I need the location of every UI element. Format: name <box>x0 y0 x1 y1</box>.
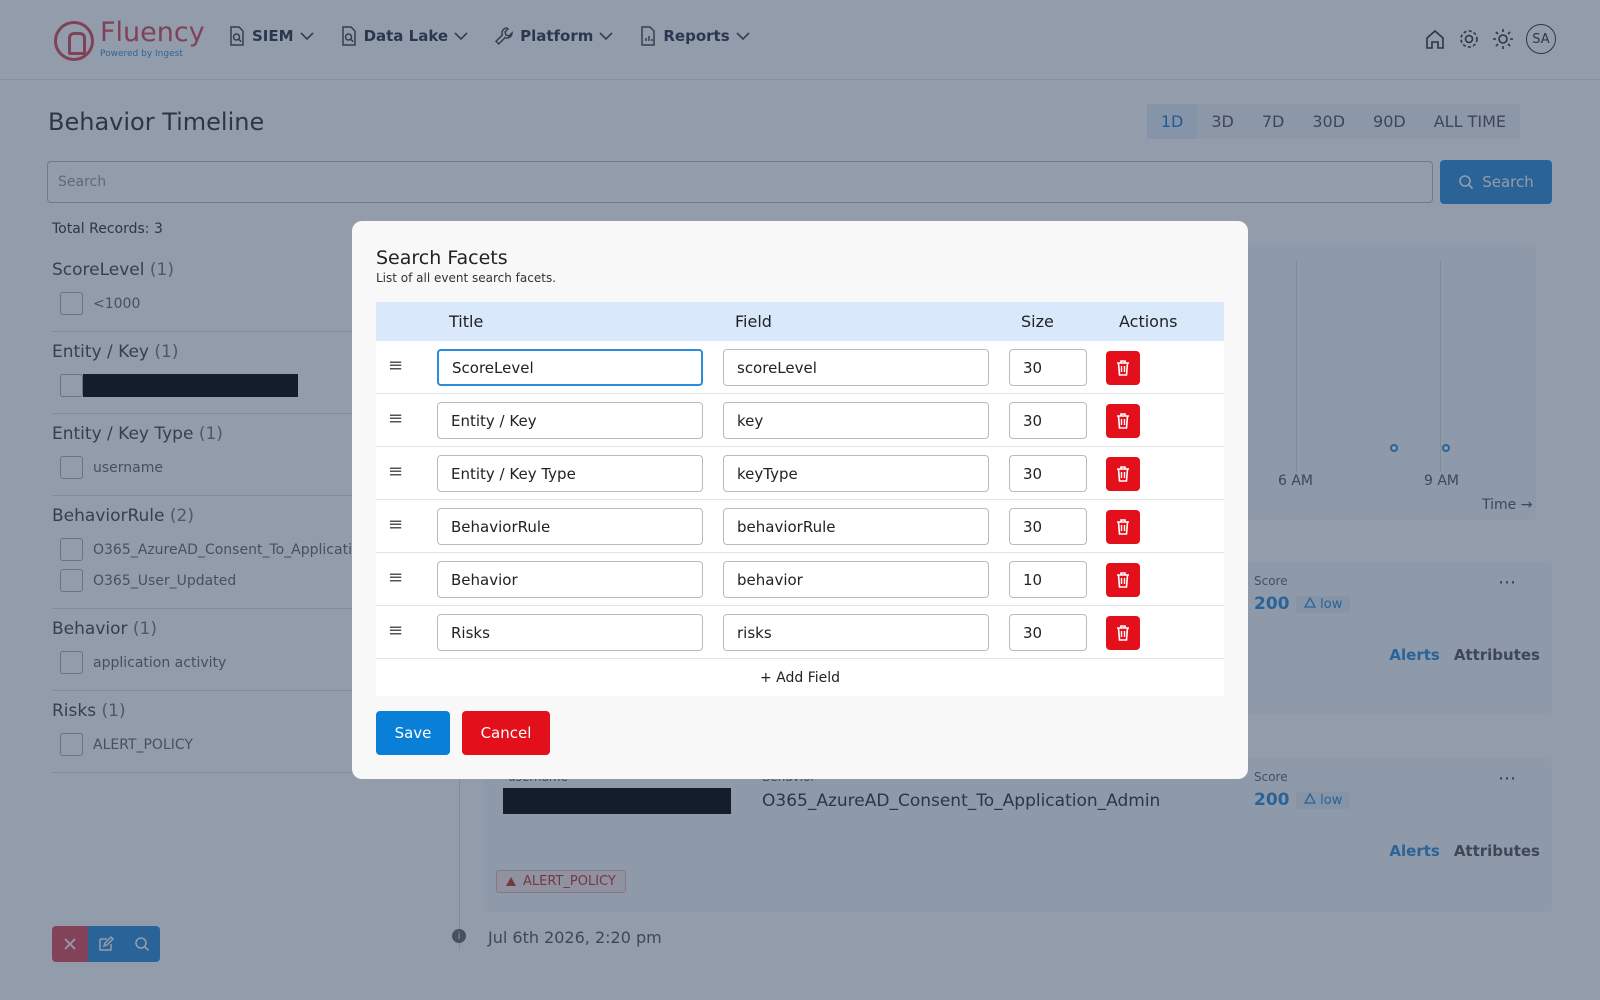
facet-size-input[interactable]: 30 <box>1009 455 1087 492</box>
facet-title-input[interactable]: ScoreLevel <box>437 349 703 386</box>
facet-field-input[interactable]: scoreLevel <box>723 349 989 386</box>
facet-field-input[interactable]: risks <box>723 614 989 651</box>
facet-size-input[interactable]: 30 <box>1009 508 1087 545</box>
facet-size-input[interactable]: 30 <box>1009 614 1087 651</box>
drag-handle-icon[interactable]: ≡ <box>388 514 403 535</box>
facet-title-input[interactable]: Behavior <box>437 561 703 598</box>
drag-handle-icon[interactable]: ≡ <box>388 620 403 641</box>
delete-button[interactable] <box>1106 351 1140 385</box>
drag-handle-icon[interactable]: ≡ <box>388 408 403 429</box>
table-row: ≡ Behavior behavior 10 <box>376 553 1224 606</box>
delete-button[interactable] <box>1106 563 1140 597</box>
drag-handle-icon[interactable]: ≡ <box>388 461 403 482</box>
table-row: ≡ BehaviorRule behaviorRule 30 <box>376 500 1224 553</box>
facets-table: Title Field Size Actions ≡ ScoreLevel sc… <box>376 302 1224 696</box>
facet-field-input[interactable]: keyType <box>723 455 989 492</box>
modal-title: Search Facets <box>376 247 508 269</box>
facet-title-input[interactable]: BehaviorRule <box>437 508 703 545</box>
table-header: Title Field Size Actions <box>376 302 1224 341</box>
column-title: Title <box>449 312 484 331</box>
facet-field-input[interactable]: behaviorRule <box>723 508 989 545</box>
save-button[interactable]: Save <box>376 711 450 755</box>
facet-field-input[interactable]: behavior <box>723 561 989 598</box>
trash-icon <box>1117 360 1129 376</box>
drag-handle-icon[interactable]: ≡ <box>388 567 403 588</box>
modal-subtitle: List of all event search facets. <box>376 271 557 285</box>
delete-button[interactable] <box>1106 404 1140 438</box>
cancel-button[interactable]: Cancel <box>462 711 550 755</box>
drag-handle-icon[interactable]: ≡ <box>388 355 403 376</box>
add-field-button[interactable]: + Add Field <box>376 659 1224 696</box>
facet-title-input[interactable]: Entity / Key <box>437 402 703 439</box>
facet-size-input[interactable]: 30 <box>1009 402 1087 439</box>
search-facets-modal: Search Facets List of all event search f… <box>352 221 1248 779</box>
table-row: ≡ Risks risks 30 <box>376 606 1224 659</box>
table-row: ≡ ScoreLevel scoreLevel 30 <box>376 341 1224 394</box>
facet-title-input[interactable]: Risks <box>437 614 703 651</box>
facet-title-input[interactable]: Entity / Key Type <box>437 455 703 492</box>
table-row: ≡ Entity / Key key 30 <box>376 394 1224 447</box>
facet-size-input[interactable]: 30 <box>1009 349 1087 386</box>
delete-button[interactable] <box>1106 510 1140 544</box>
column-actions: Actions <box>1119 312 1178 331</box>
trash-icon <box>1117 413 1129 429</box>
trash-icon <box>1117 572 1129 588</box>
trash-icon <box>1117 625 1129 641</box>
delete-button[interactable] <box>1106 616 1140 650</box>
column-size: Size <box>1021 312 1054 331</box>
facet-field-input[interactable]: key <box>723 402 989 439</box>
trash-icon <box>1117 519 1129 535</box>
column-field: Field <box>735 312 772 331</box>
trash-icon <box>1117 466 1129 482</box>
table-row: ≡ Entity / Key Type keyType 30 <box>376 447 1224 500</box>
facet-size-input[interactable]: 10 <box>1009 561 1087 598</box>
delete-button[interactable] <box>1106 457 1140 491</box>
